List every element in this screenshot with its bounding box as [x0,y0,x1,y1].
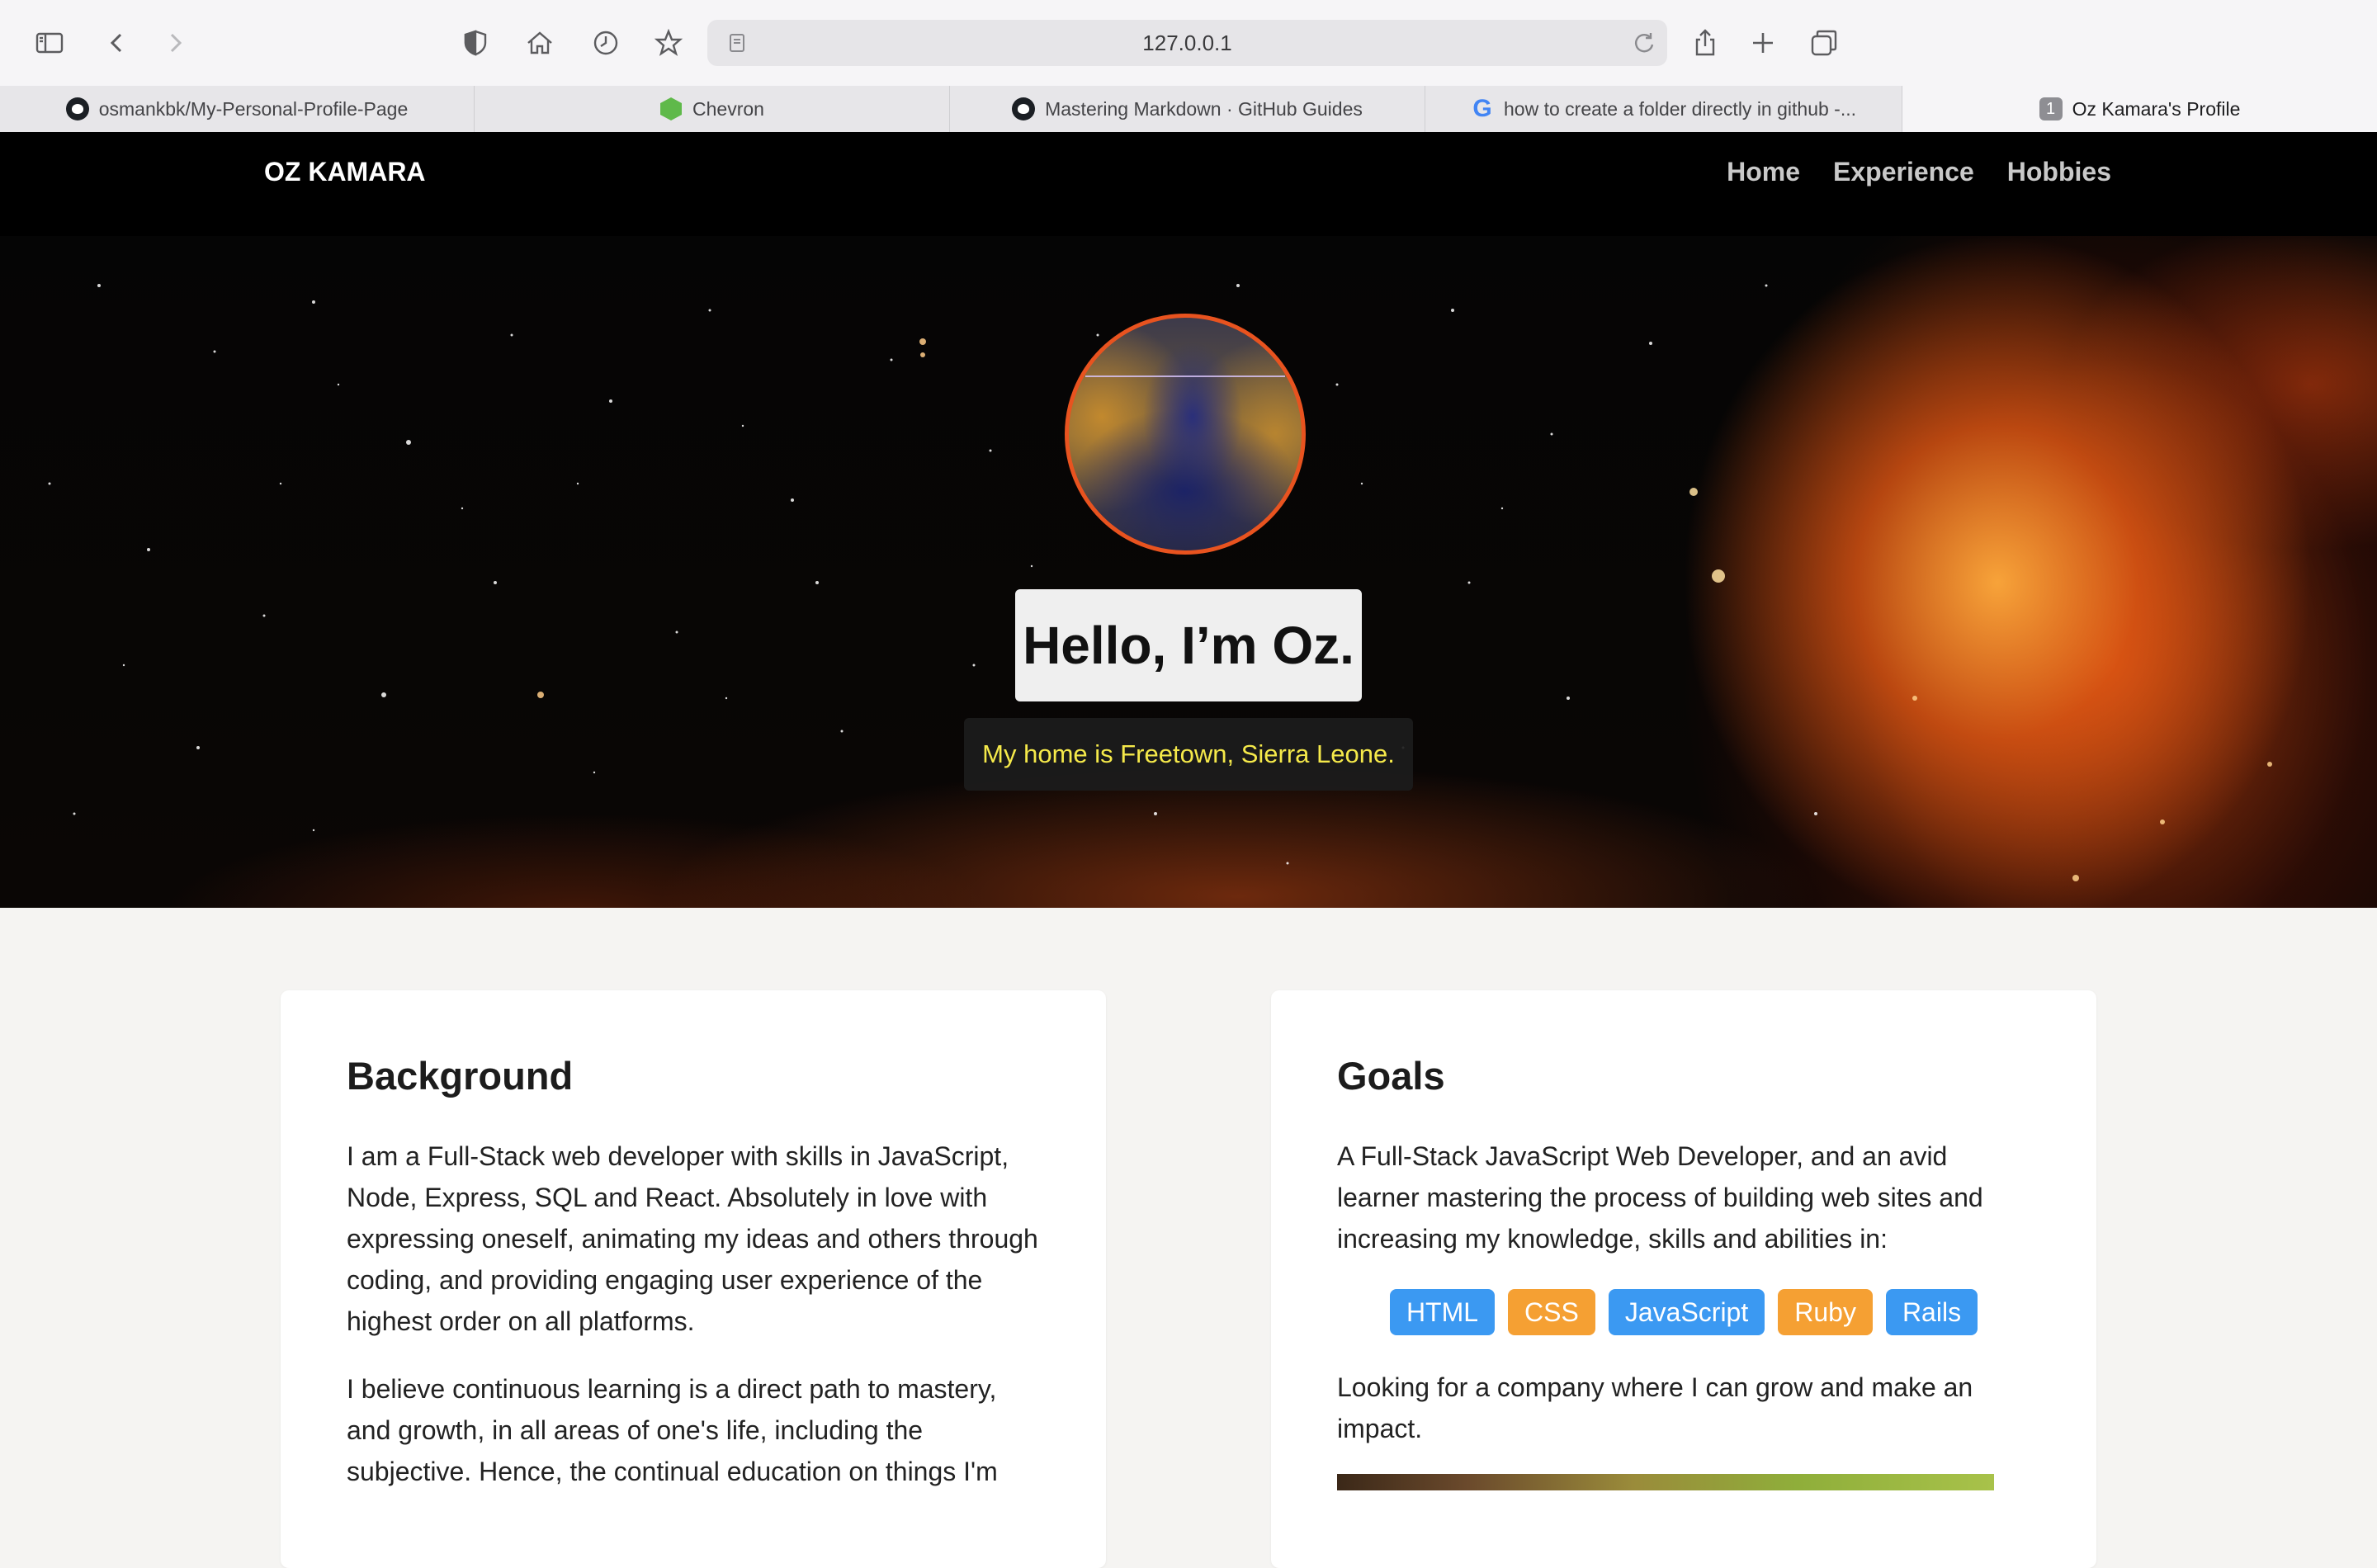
browser-toolbar: 127.0.0.1 [0,0,2377,87]
hero-banner: Hello, I’m Oz. My home is Freetown, Sier… [0,236,2377,908]
tab-label: osmankbk/My-Personal-Profile-Page [98,97,409,120]
tab-label: how to create a folder directly in githu… [1504,97,1856,120]
reload-icon[interactable] [1629,28,1659,58]
history-clock-icon[interactable] [588,25,624,61]
tab-google-search[interactable]: G how to create a folder directly in git… [1425,86,1902,132]
tab-oz-kamara-profile[interactable]: 1 Oz Kamara's Profile [1902,86,2377,132]
tab-label: Oz Kamara's Profile [2072,97,2241,120]
tab-number-icon: 1 [2039,97,2063,120]
nav-link-hobbies[interactable]: Hobbies [2007,132,2111,211]
tab-mastering-markdown[interactable]: Mastering Markdown · GitHub Guides [950,86,1425,132]
skill-badge: Rails [1885,1289,1978,1335]
skill-badge: JavaScript [1608,1289,1765,1335]
background-paragraph-1: I am a Full-Stack web developer with ski… [347,1141,1038,1336]
skill-badge: CSS [1508,1289,1595,1335]
nav-link-experience[interactable]: Experience [1833,132,1974,211]
share-icon[interactable] [1687,25,1723,61]
tab-github-profile-page[interactable]: osmankbk/My-Personal-Profile-Page [0,86,475,132]
profile-avatar [1065,314,1306,555]
sidebar-toggle-icon[interactable] [31,25,68,61]
goals-card: Goals A Full-Stack JavaScript Web Develo… [1271,990,2096,1568]
hero-hometown: My home is Freetown, Sierra Leone. [964,718,1413,791]
background-paragraph-2: I believe continuous learning is a direc… [347,1374,998,1486]
tab-chevron[interactable]: Chevron [475,86,950,132]
google-icon: G [1472,95,1492,122]
background-heading: Background [347,1054,574,1098]
chevron-logo-icon [659,97,683,120]
goals-paragraph-1: A Full-Stack JavaScript Web Developer, a… [1337,1141,1983,1254]
privacy-shield-icon[interactable] [457,25,494,61]
goals-image [1337,1474,1994,1490]
home-icon[interactable] [522,25,558,61]
tab-label: Chevron [692,97,764,120]
skill-badge: Ruby [1778,1289,1873,1335]
site-brand[interactable]: OZ KAMARA [264,132,426,211]
goals-heading: Goals [1337,1054,1445,1098]
hero-greeting: Hello, I’m Oz. [1015,589,1362,701]
forward-icon[interactable] [157,25,193,61]
skill-badge: HTML [1389,1289,1496,1335]
background-card: Background I am a Full-Stack web develop… [281,990,1106,1568]
github-icon [65,97,89,120]
nav-link-home[interactable]: Home [1727,132,1800,211]
new-tab-plus-icon[interactable] [1745,25,1781,61]
bookmark-star-icon[interactable] [650,25,687,61]
tab-overview-icon[interactable] [1806,25,1842,61]
goals-paragraph-2: Looking for a company where I can grow a… [1337,1372,1973,1443]
nav-links: Home Experience Hobbies [1727,132,2111,211]
github-icon [1012,97,1036,120]
address-bar[interactable]: 127.0.0.1 [707,20,1667,66]
back-icon[interactable] [99,25,135,61]
site-navbar: OZ KAMARA Home Experience Hobbies [0,132,2377,238]
skills-badges: HTML CSS JavaScript Ruby Rails [1271,1289,2096,1335]
url-text: 127.0.0.1 [1142,31,1232,55]
tab-bar: osmankbk/My-Personal-Profile-Page Chevro… [0,86,2377,133]
tab-label: Mastering Markdown · GitHub Guides [1045,97,1363,120]
